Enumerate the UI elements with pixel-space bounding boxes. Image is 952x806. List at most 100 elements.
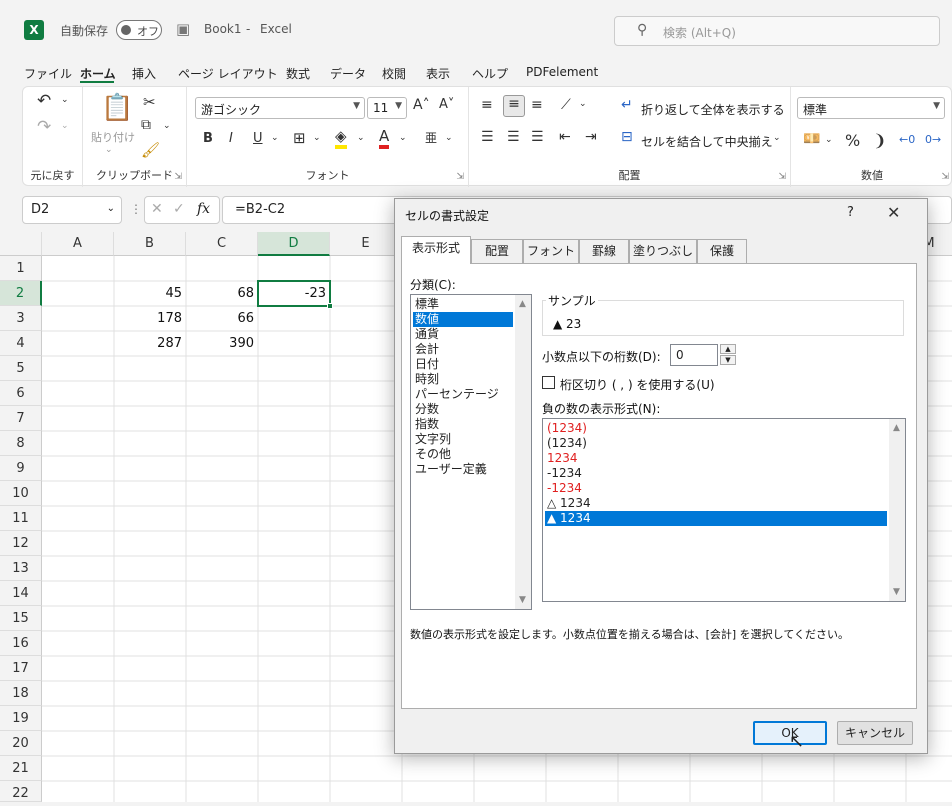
phonetic-icon[interactable]: 亜 <box>425 129 437 146</box>
row-header[interactable]: 20 <box>0 731 42 756</box>
list-item[interactable]: 文字列 <box>413 432 513 447</box>
scroll-up-icon[interactable]: ▲ <box>893 423 900 433</box>
row-header[interactable]: 19 <box>0 706 42 731</box>
row-header[interactable]: 13 <box>0 556 42 581</box>
percent-button[interactable]: % <box>845 131 860 150</box>
row-header[interactable]: 10 <box>0 481 42 506</box>
align-left-icon[interactable]: ☰ <box>481 129 494 145</box>
paste-dropdown-icon[interactable]: ⌄ <box>105 145 113 155</box>
comma-button[interactable]: ❩ <box>873 131 886 150</box>
spin-down-icon[interactable]: ▼ <box>720 355 736 365</box>
decimal-places-input[interactable]: 0 <box>670 344 718 366</box>
orientation-dropdown-icon[interactable]: ⌄ <box>579 99 587 109</box>
list-item[interactable]: その他 <box>413 447 513 462</box>
merge-dropdown-icon[interactable]: ⌄ <box>773 133 781 143</box>
search-box[interactable]: ⚲ 検索 (Alt+Q) <box>614 16 940 46</box>
font-color-dropdown-icon[interactable]: ⌄ <box>399 133 407 143</box>
list-item[interactable]: パーセンテージ <box>413 387 513 402</box>
tab-protection[interactable]: 保護 <box>697 239 747 263</box>
list-item[interactable]: -1234 <box>545 481 887 496</box>
row-header[interactable]: 2 <box>0 281 42 306</box>
align-middle-icon[interactable]: ≡ <box>503 95 525 117</box>
list-item[interactable]: -1234 <box>545 466 887 481</box>
list-item[interactable]: (1234) <box>545 421 887 436</box>
font-color-icon[interactable]: A <box>379 127 390 149</box>
cell-b2[interactable]: 45 <box>114 281 186 306</box>
cell-b4[interactable]: 287 <box>114 331 186 356</box>
align-top-icon[interactable]: ≡ <box>481 97 493 113</box>
align-right-icon[interactable]: ☰ <box>531 129 544 145</box>
scroll-down-icon[interactable]: ▼ <box>893 587 900 597</box>
row-header[interactable]: 1 <box>0 256 42 281</box>
scroll-down-icon[interactable]: ▼ <box>519 595 526 605</box>
undo-icon[interactable]: ↶ <box>37 91 51 111</box>
row-header[interactable]: 16 <box>0 631 42 656</box>
category-list[interactable]: 標準 数値 通貨 会計 日付 時刻 パーセンテージ 分数 指数 文字列 その他 … <box>410 294 532 610</box>
list-item[interactable]: 分数 <box>413 402 513 417</box>
select-all-corner[interactable] <box>0 232 42 256</box>
name-box[interactable]: D2 ⌄ <box>22 196 122 224</box>
cell-c2[interactable]: 68 <box>186 281 258 306</box>
row-header[interactable]: 17 <box>0 656 42 681</box>
cancel-button[interactable]: キャンセル <box>837 721 913 745</box>
increase-font-icon[interactable]: A˄ <box>413 97 430 113</box>
underline-dropdown-icon[interactable]: ⌄ <box>271 133 279 143</box>
copy-icon[interactable]: ⧉ <box>141 117 151 133</box>
close-icon[interactable]: ✕ <box>887 203 900 222</box>
fill-dropdown-icon[interactable]: ⌄ <box>357 133 365 143</box>
list-item[interactable]: 指数 <box>413 417 513 432</box>
redo-icon[interactable]: ↷ <box>37 117 51 137</box>
row-header[interactable]: 14 <box>0 581 42 606</box>
column-header-b[interactable]: B <box>114 232 186 256</box>
menu-help[interactable]: ヘルプ <box>472 65 508 82</box>
italic-button[interactable]: I <box>229 131 233 146</box>
row-header[interactable]: 5 <box>0 356 42 381</box>
menu-home[interactable]: ホーム <box>80 65 116 82</box>
clipboard-launcher-icon[interactable]: ⇲ <box>174 172 182 182</box>
row-header[interactable]: 6 <box>0 381 42 406</box>
menu-data[interactable]: データ <box>330 65 366 82</box>
menu-pdfelement[interactable]: PDFelement <box>526 65 598 79</box>
align-center-icon[interactable]: ☰ <box>507 129 520 145</box>
list-item[interactable]: 時刻 <box>413 372 513 387</box>
copy-dropdown-icon[interactable]: ⌄ <box>163 121 171 131</box>
menu-insert[interactable]: 挿入 <box>132 65 156 82</box>
list-item[interactable]: 会計 <box>413 342 513 357</box>
row-header[interactable]: 7 <box>0 406 42 431</box>
wrap-text-icon[interactable]: ↵ <box>621 97 633 113</box>
increase-indent-icon[interactable]: ⇥ <box>585 129 597 145</box>
column-header-d[interactable]: D <box>258 232 330 256</box>
category-scrollbar[interactable]: ▲ ▼ <box>515 295 531 609</box>
tab-border[interactable]: 罫線 <box>579 239 629 263</box>
more-icon[interactable]: ⋮ <box>130 202 142 216</box>
fill-handle[interactable] <box>327 303 333 309</box>
list-item[interactable]: (1234) <box>545 436 887 451</box>
cell-c4[interactable]: 390 <box>186 331 258 356</box>
alignment-launcher-icon[interactable]: ⇲ <box>778 172 786 182</box>
decrease-indent-icon[interactable]: ⇤ <box>559 129 571 145</box>
fill-color-icon[interactable]: ◈ <box>335 127 347 149</box>
font-name-combo[interactable]: 游ゴシック ▼ <box>195 97 365 119</box>
orientation-icon[interactable]: ⟋ <box>561 97 571 113</box>
cancel-icon[interactable]: ✕ <box>151 201 163 217</box>
tab-alignment[interactable]: 配置 <box>471 239 523 263</box>
list-item[interactable]: 日付 <box>413 357 513 372</box>
currency-icon[interactable]: 💴 <box>803 131 820 147</box>
confirm-icon[interactable]: ✓ <box>173 201 185 217</box>
redo-dropdown-icon[interactable]: ⌄ <box>61 121 69 131</box>
wrap-text-button[interactable]: 折り返して全体を表示する <box>641 101 785 118</box>
help-button[interactable]: ? <box>847 205 854 220</box>
row-header[interactable]: 21 <box>0 756 42 781</box>
undo-dropdown-icon[interactable]: ⌄ <box>61 95 69 105</box>
number-format-combo[interactable]: 標準 ▼ <box>797 97 945 119</box>
menu-review[interactable]: 校閲 <box>382 65 406 82</box>
font-launcher-icon[interactable]: ⇲ <box>456 172 464 182</box>
merge-icon[interactable]: ⊟ <box>621 129 633 145</box>
scroll-up-icon[interactable]: ▲ <box>519 299 526 309</box>
underline-button[interactable]: U <box>253 131 263 146</box>
list-item[interactable]: 1234 <box>545 451 887 466</box>
menu-view[interactable]: 表示 <box>426 65 450 82</box>
negative-format-list[interactable]: (1234) (1234) 1234 -1234 -1234 △ 1234 ▲ … <box>542 418 906 602</box>
list-item[interactable]: 数値 <box>413 312 513 327</box>
cell-c3[interactable]: 66 <box>186 306 258 331</box>
